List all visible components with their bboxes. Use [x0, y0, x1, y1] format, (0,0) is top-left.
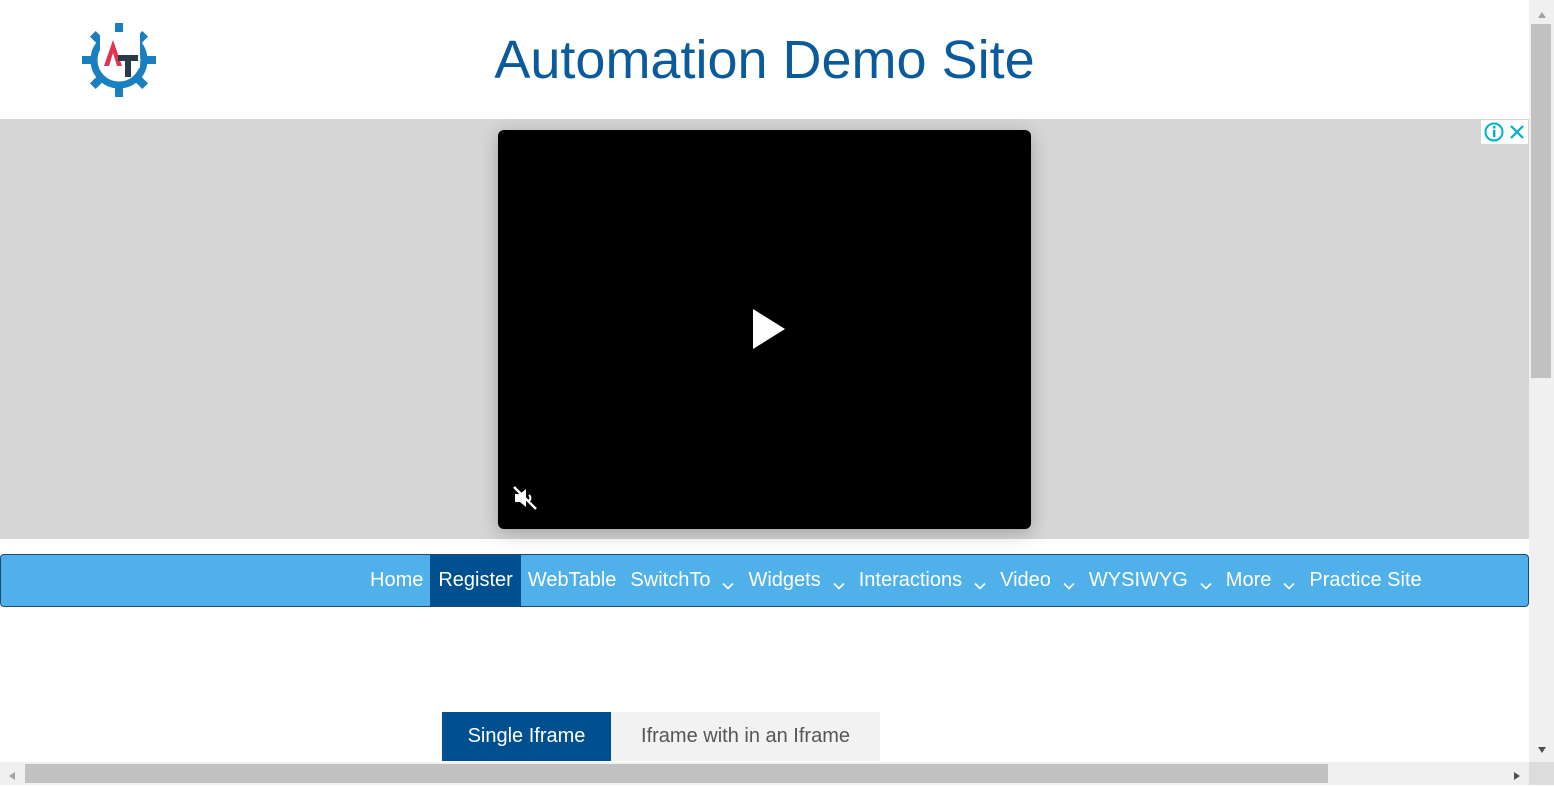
nav-more[interactable]: More: [1219, 555, 1303, 606]
nav-item-label: Video: [1000, 569, 1051, 591]
video-player[interactable]: [498, 130, 1031, 529]
site-header: Automation Demo Site: [0, 0, 1529, 119]
muted-speaker-icon[interactable]: [510, 483, 540, 513]
chevron-down-icon: [833, 575, 845, 590]
nav-list: Home Register WebTable SwitchTo Widgets …: [363, 555, 1429, 606]
horizontal-scroll-thumb[interactable]: [25, 764, 1328, 783]
nav-item-label: WYSIWYG: [1088, 569, 1188, 591]
nav-widgets[interactable]: Widgets: [741, 555, 851, 606]
tab-single-iframe[interactable]: Single Iframe: [442, 712, 611, 761]
nav-item-label: SwitchTo: [630, 569, 711, 591]
nav-webtable[interactable]: WebTable: [521, 555, 624, 606]
nav-interactions[interactable]: Interactions: [852, 555, 993, 606]
chevron-down-icon: [974, 575, 986, 590]
info-icon[interactable]: [1483, 121, 1505, 143]
main-navbar: Home Register WebTable SwitchTo Widgets …: [0, 554, 1529, 607]
nav-video[interactable]: Video: [993, 555, 1082, 606]
tab-iframe-with-in-an-iframe[interactable]: Iframe with in an Iframe: [611, 712, 880, 761]
chevron-down-icon: [722, 575, 735, 590]
iframe-tabs: Single Iframe Iframe with in an Iframe: [442, 712, 880, 761]
nav-wysiwyg[interactable]: WYSIWYG: [1082, 555, 1219, 606]
nav-switchto[interactable]: SwitchTo: [623, 555, 741, 606]
ad-controls: [1481, 120, 1528, 144]
vertical-scroll-thumb[interactable]: [1531, 24, 1551, 378]
nav-item-label: WebTable: [527, 569, 617, 591]
horizontal-scrollbar[interactable]: [0, 762, 1529, 785]
scroll-up-arrow-icon[interactable]: [1537, 6, 1547, 18]
nav-item-label: More: [1225, 569, 1272, 591]
nav-item-label: Interactions: [858, 569, 963, 591]
scroll-left-arrow-icon[interactable]: [8, 768, 16, 780]
chevron-down-icon: [1200, 575, 1212, 590]
scroll-right-arrow-icon[interactable]: [1513, 768, 1521, 780]
chevron-down-icon: [1063, 575, 1075, 590]
nav-item-label: Practice Site: [1309, 569, 1422, 591]
nav-register[interactable]: Register: [430, 555, 521, 606]
scrollbar-corner: [1529, 762, 1554, 785]
nav-practice-site[interactable]: Practice Site: [1302, 555, 1428, 606]
scroll-down-arrow-icon[interactable]: [1537, 741, 1547, 753]
vertical-scrollbar[interactable]: [1529, 0, 1554, 762]
play-icon[interactable]: [751, 307, 787, 351]
nav-item-label: Register: [438, 569, 513, 591]
page-title: Automation Demo Site: [494, 30, 1035, 90]
close-icon[interactable]: [1506, 121, 1528, 143]
nav-item-label: Home: [370, 569, 424, 591]
nav-item-label: Widgets: [748, 569, 821, 591]
nav-home[interactable]: Home: [363, 555, 430, 606]
chevron-down-icon: [1283, 575, 1295, 590]
